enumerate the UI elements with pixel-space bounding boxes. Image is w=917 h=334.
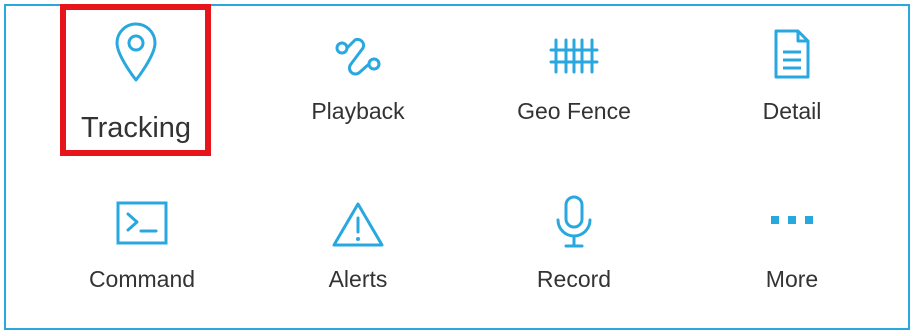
fence-icon bbox=[549, 38, 599, 74]
menu-item-playback[interactable]: Playback bbox=[258, 14, 458, 154]
menu-item-label: Record bbox=[536, 266, 612, 292]
menu-item-detail[interactable]: Detail bbox=[692, 14, 892, 154]
terminal-icon bbox=[116, 201, 168, 245]
document-icon bbox=[774, 29, 810, 79]
menu-item-label: Playback bbox=[311, 98, 405, 124]
warning-triangle-icon bbox=[332, 202, 384, 247]
microphone-icon bbox=[556, 195, 592, 248]
menu-item-label: Alerts bbox=[328, 266, 388, 292]
more-dots-icon bbox=[771, 216, 813, 224]
menu-item-tracking[interactable]: Tracking bbox=[36, 14, 236, 154]
route-path-icon bbox=[335, 37, 381, 76]
menu-item-label: Detail bbox=[762, 98, 822, 124]
menu-item-label: Tracking bbox=[80, 112, 192, 144]
map-pin-icon bbox=[115, 22, 157, 82]
menu-item-command[interactable]: Command bbox=[42, 184, 242, 324]
menu-item-alerts[interactable]: Alerts bbox=[258, 184, 458, 324]
menu-item-label: Geo Fence bbox=[517, 98, 631, 124]
menu-item-geo-fence[interactable]: Geo Fence bbox=[474, 14, 674, 154]
menu-item-record[interactable]: Record bbox=[474, 184, 674, 324]
menu-item-label: Command bbox=[88, 266, 196, 292]
menu-item-label: More bbox=[765, 266, 819, 292]
menu-item-more[interactable]: More bbox=[692, 184, 892, 324]
